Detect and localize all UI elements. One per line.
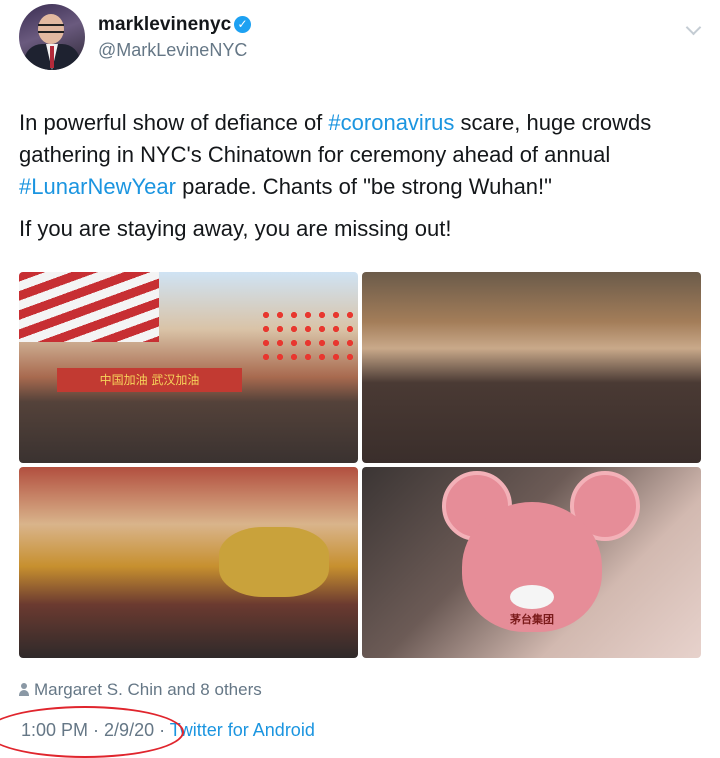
tweet-paragraph-2: If you are staying away, you are missing…	[19, 216, 452, 241]
tweet-text-segment: In powerful show of defiance of	[19, 110, 329, 135]
avatar[interactable]	[19, 4, 85, 70]
photo-golden-dragon[interactable]	[19, 467, 358, 658]
chevron-down-icon[interactable]	[685, 19, 702, 36]
plush-badge	[510, 585, 554, 609]
red-banner-shape: 中国加油 武汉加油	[57, 368, 242, 392]
likes-row[interactable]: Margaret S. Chin and 8 others	[19, 680, 262, 700]
hashtag-coronavirus-link[interactable]: #coronavirus	[328, 110, 454, 135]
photo-chinatown-street[interactable]: 中国加油 武汉加油	[19, 272, 358, 463]
lanterns-shape	[259, 308, 358, 368]
user-handle[interactable]: @MarkLevineNYC	[98, 40, 247, 61]
annotation-circle	[0, 706, 184, 758]
avatar-tie	[50, 46, 54, 68]
american-flag-shape	[19, 272, 159, 342]
tweet-text: In powerful show of defiance of #coronav…	[19, 107, 699, 245]
plush-label: 茅台集团	[510, 613, 554, 626]
photo-mouse-plush[interactable]: 茅台集团	[362, 467, 701, 658]
verified-check-icon: ✓	[234, 16, 251, 33]
tweet-client-link[interactable]: Twitter for Android	[170, 720, 315, 740]
photo-grid: 中国加油 武汉加油 茅台集团	[19, 272, 701, 658]
photo-crowd-awning[interactable]	[362, 272, 701, 463]
dragon-shape	[219, 527, 329, 597]
banner-text: 中国加油 武汉加油	[99, 373, 200, 387]
person-icon	[19, 683, 29, 696]
tweet-paragraph-1: In powerful show of defiance of #coronav…	[19, 107, 699, 203]
likes-text: Margaret S. Chin and 8 others	[34, 680, 262, 699]
hashtag-lunarnewyear-link[interactable]: #LunarNewYear	[19, 174, 176, 199]
avatar-glasses	[38, 24, 64, 33]
tweet-text-segment: parade. Chants of "be strong Wuhan!"	[175, 174, 552, 199]
display-name[interactable]: marklevinenyc	[98, 14, 231, 36]
